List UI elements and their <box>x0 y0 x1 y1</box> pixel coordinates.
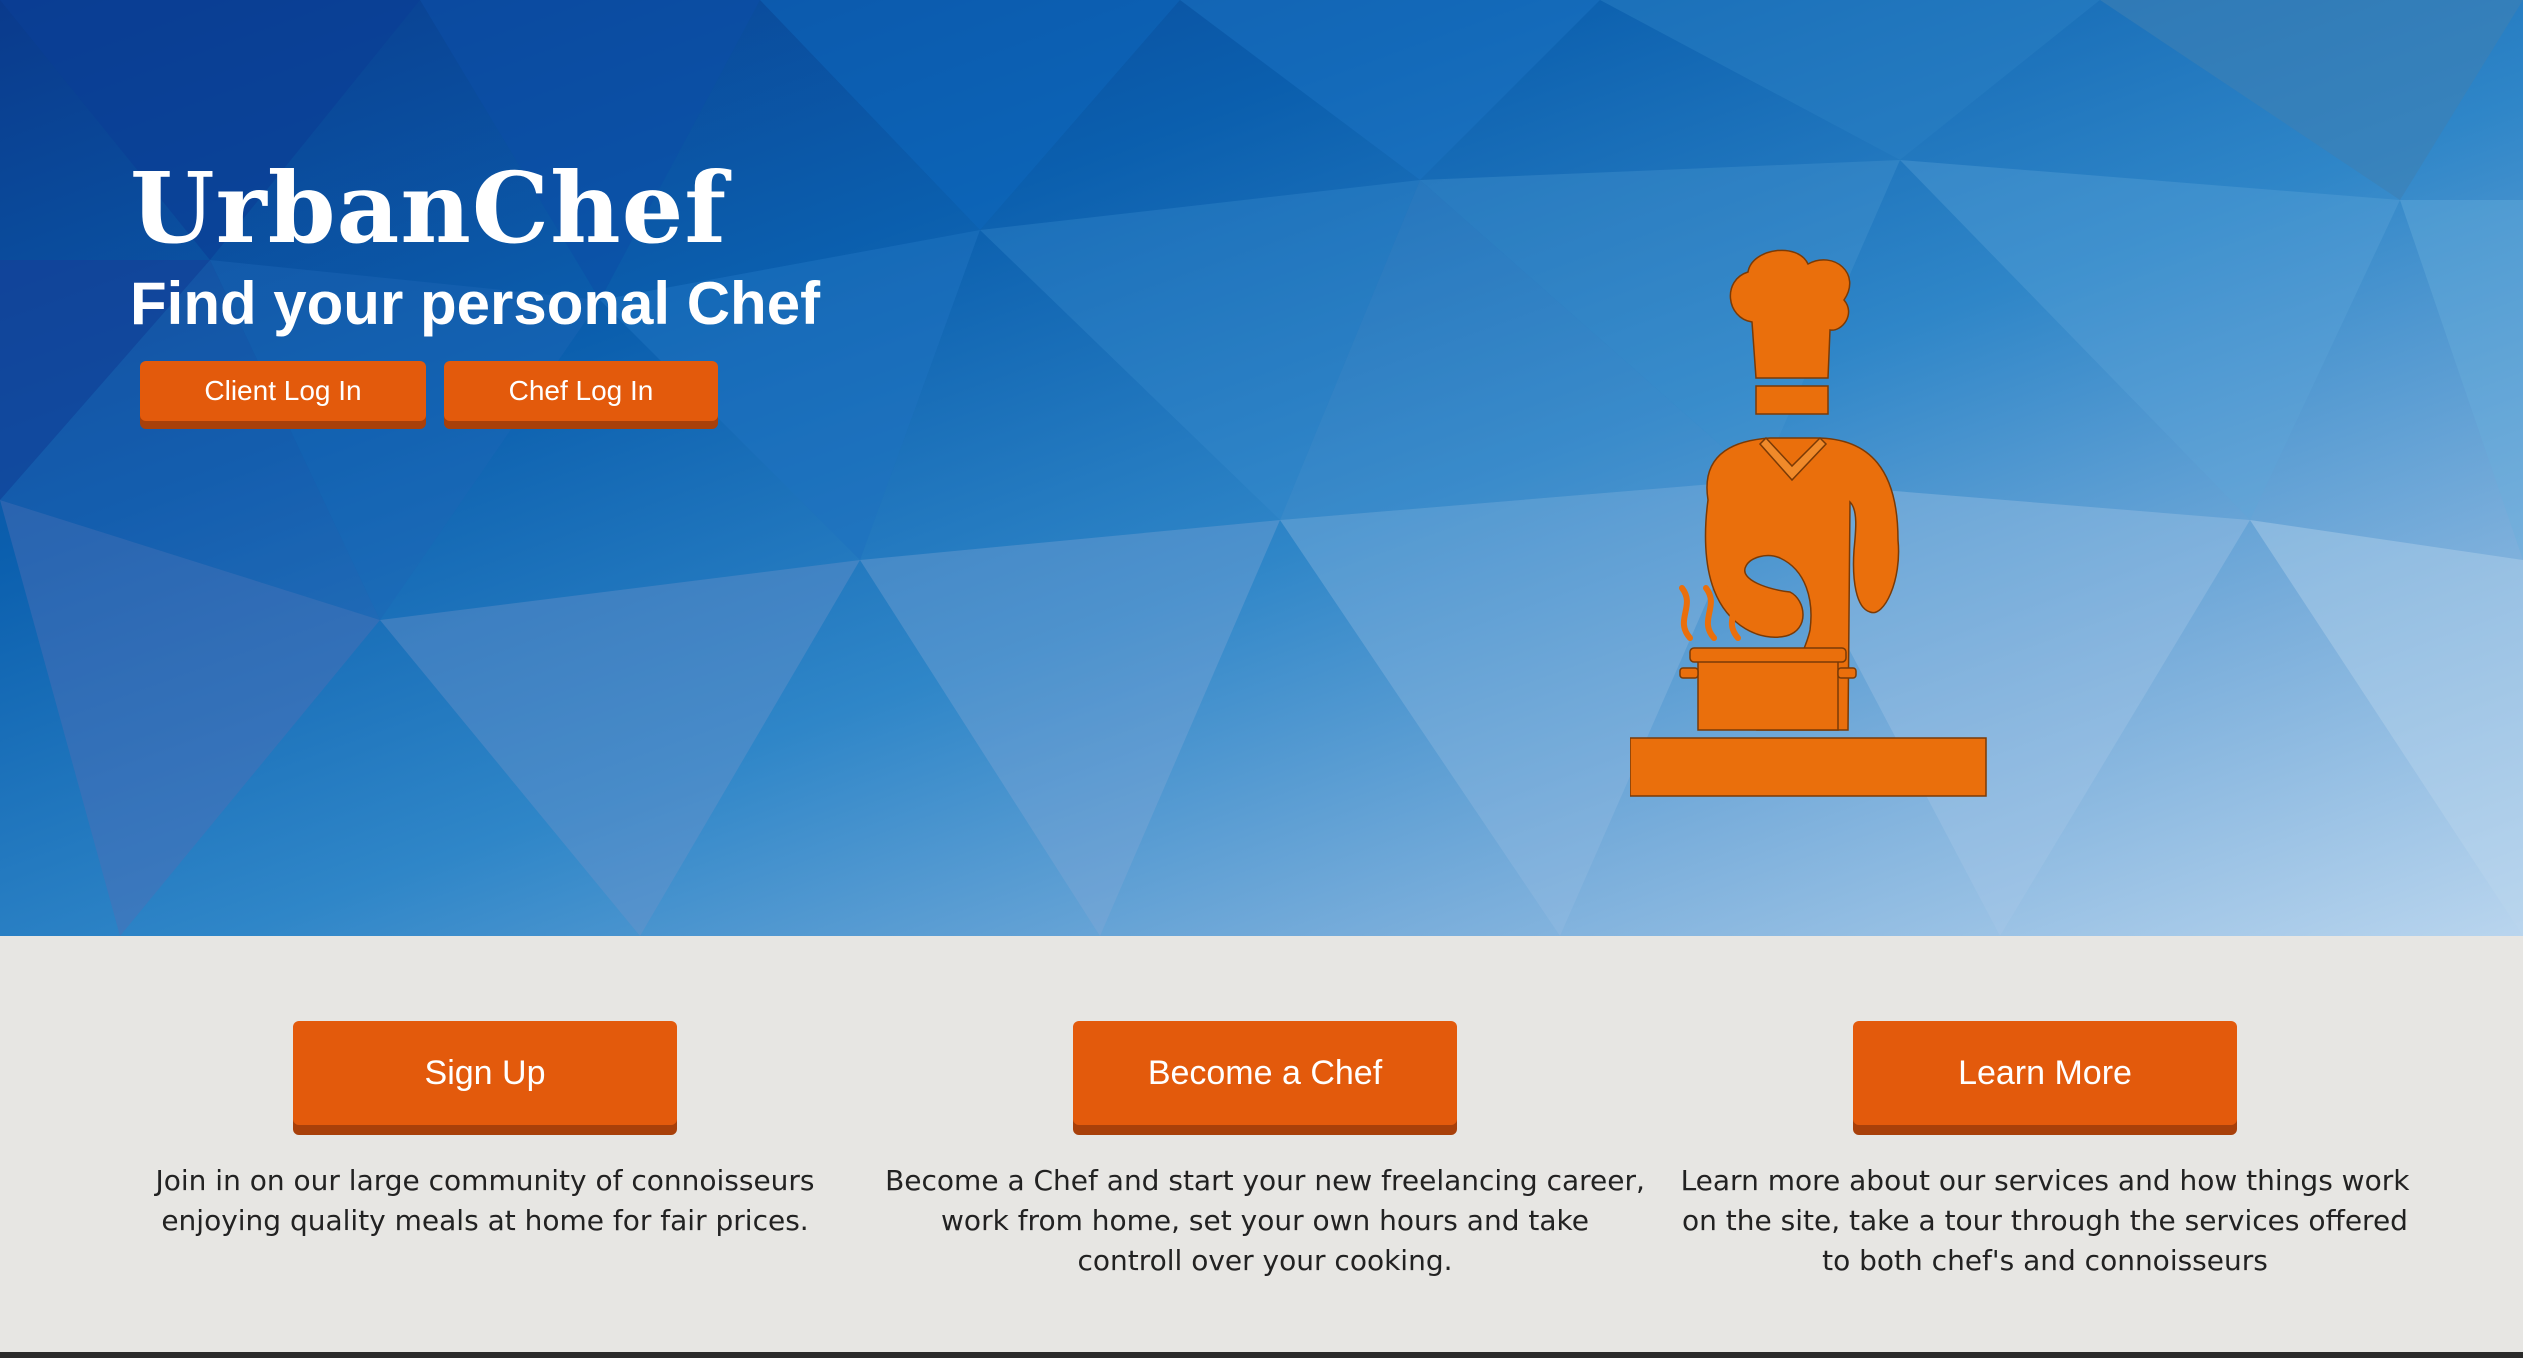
brand-logo: UrbanChef <box>130 151 728 265</box>
sign-up-button[interactable]: Sign Up <box>293 1021 677 1125</box>
learn-more-button[interactable]: Learn More <box>1853 1021 2237 1125</box>
chef-cooking-icon <box>1630 249 1987 797</box>
feature-learn-more: Learn More Learn more about our services… <box>1665 1021 2425 1281</box>
become-chef-description: Become a Chef and start your new freelan… <box>885 1164 1645 1277</box>
tagline: Find your personal Chef <box>130 270 821 337</box>
low-poly-background <box>0 0 2523 936</box>
hero-section: UrbanChef Find your personal Chef Client… <box>0 0 2523 936</box>
chef-login-button[interactable]: Chef Log In <box>444 361 718 421</box>
features-section: Sign Up Join in on our large community o… <box>0 936 2523 1358</box>
feature-become-chef: Become a Chef Become a Chef and start yo… <box>885 1021 1645 1281</box>
client-login-button[interactable]: Client Log In <box>140 361 426 421</box>
sign-up-description: Join in on our large community of connoi… <box>155 1164 815 1237</box>
learn-more-description: Learn more about our services and how th… <box>1680 1164 2410 1277</box>
feature-sign-up: Sign Up Join in on our large community o… <box>105 1021 865 1241</box>
become-chef-button[interactable]: Become a Chef <box>1073 1021 1457 1125</box>
